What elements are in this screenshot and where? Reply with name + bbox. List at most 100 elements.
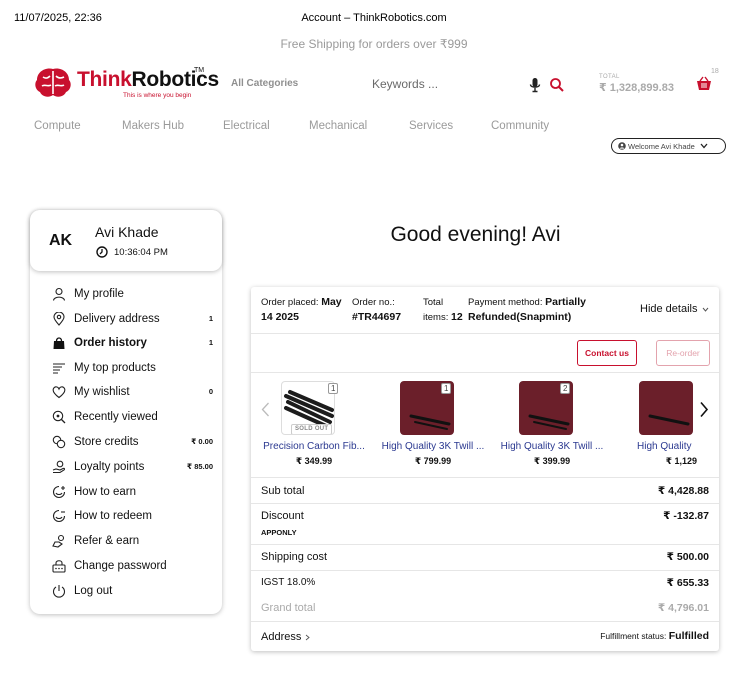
avatar-initials: AK bbox=[49, 232, 73, 249]
carbon-tube-image bbox=[648, 414, 690, 426]
sidebar-item-label: Order history bbox=[74, 337, 147, 349]
sidebar-item-my-top-products[interactable]: My top products bbox=[30, 359, 222, 379]
sidebar-item-label: Change password bbox=[74, 560, 167, 572]
sidebar-item-badge: 1 bbox=[208, 338, 213, 347]
order-header: Order placed: May 14 2025 Order no.: #TR44… bbox=[251, 287, 719, 333]
product-name: Precision Carbon Fib... bbox=[263, 441, 365, 452]
site-logo[interactable]: ThinkRobotics TM This is where you begin bbox=[33, 64, 219, 104]
cart-total-value: ₹ 1,328,899.83 bbox=[599, 82, 674, 94]
product-name: High Quality 3K Twill ... bbox=[500, 441, 604, 452]
sidebar-item-label: Loyalty points bbox=[74, 461, 145, 473]
fulfillment-status: Fulfillment status: Fulfilled bbox=[600, 630, 709, 642]
sidebar-item-label: Recently viewed bbox=[74, 411, 158, 423]
sidebar-item-label: Store credits bbox=[74, 436, 139, 448]
contact-us-button[interactable]: Contact us bbox=[577, 340, 637, 366]
sidebar-item-badge: ₹ 85.00 bbox=[186, 462, 213, 471]
heart-icon bbox=[52, 386, 66, 399]
discount-code: APPONLY bbox=[261, 528, 297, 537]
cart-total: TOTAL ₹ 1,328,899.83 bbox=[599, 74, 674, 94]
nav-community[interactable]: Community bbox=[491, 120, 549, 132]
list-icon bbox=[53, 363, 65, 374]
shipping-row: Shipping cost ₹ 500.00 bbox=[251, 544, 719, 570]
sidebar-item-label: My wishlist bbox=[74, 386, 130, 398]
sidebar-item-refer-earn[interactable]: Refer & earn bbox=[30, 532, 222, 552]
product-price: ₹ 1,129 bbox=[665, 456, 697, 466]
sidebar-item-recently-viewed[interactable]: Recently viewed bbox=[30, 408, 222, 428]
hide-details-toggle[interactable]: Hide details bbox=[640, 303, 709, 315]
product-price: ₹ 349.99 bbox=[295, 456, 333, 466]
sidebar-item-badge: 1 bbox=[208, 314, 213, 323]
product-card[interactable]: 1 High Quality 3K Twill ... ₹ 799.99 bbox=[374, 381, 492, 471]
sidebar-item-my-profile[interactable]: My profile bbox=[30, 285, 222, 305]
basket-icon bbox=[697, 76, 711, 90]
product-image: SOLD OUT bbox=[281, 381, 335, 435]
user-icon bbox=[52, 287, 66, 301]
page-greeting: Good evening! Avi bbox=[390, 223, 561, 246]
sidebar-item-log-out[interactable]: Log out bbox=[30, 582, 222, 602]
address-toggle[interactable]: Address bbox=[261, 631, 311, 643]
welcome-account-dropdown[interactable]: Welcome Avi Khade bbox=[611, 138, 726, 154]
sidebar-item-change-password[interactable]: Change password bbox=[30, 557, 222, 577]
discount-row: Discount APPONLY ₹ -132.87 bbox=[251, 503, 719, 544]
grand-total-value: ₹ 4,796.01 bbox=[657, 602, 709, 614]
order-total-items: Total items: 12 bbox=[423, 297, 463, 323]
sidebar-item-badge: 0 bbox=[208, 387, 213, 396]
product-qty-badge: 2 bbox=[560, 383, 571, 394]
sidebar-item-order-history[interactable]: Order history 1 bbox=[30, 334, 222, 354]
logo-tagline: This is where you begin bbox=[123, 92, 192, 99]
cart-button[interactable]: 18 bbox=[696, 68, 720, 94]
chevron-down-icon bbox=[700, 143, 708, 149]
nav-services[interactable]: Services bbox=[409, 120, 453, 132]
subtotal-row: Sub total ₹ 4,428.88 bbox=[251, 477, 719, 503]
print-header: 11/07/2025, 22:36 Account – ThinkRobotic… bbox=[0, 12, 748, 26]
hand-coin-icon bbox=[52, 460, 66, 474]
user-circle-icon bbox=[618, 142, 626, 150]
main-nav: Compute Makers Hub Electrical Mechanical… bbox=[0, 120, 748, 136]
product-card[interactable]: SOLD OUT 1 Precision Carbon Fib... ₹ 349… bbox=[255, 381, 373, 471]
igst-label: IGST 18.0% bbox=[261, 577, 316, 588]
brain-icon bbox=[35, 68, 71, 97]
order-payment-method: Payment method: Partially Refunded(Snapmi… bbox=[468, 296, 586, 323]
shopping-bag-icon bbox=[53, 337, 65, 349]
nav-mechanical[interactable]: Mechanical bbox=[309, 120, 367, 132]
sidebar-item-how-to-redeem[interactable]: How to redeem bbox=[30, 507, 222, 527]
grand-total-label: Grand total bbox=[261, 602, 316, 614]
sidebar-item-delivery-address[interactable]: Delivery address 1 bbox=[30, 310, 222, 330]
power-icon bbox=[52, 585, 66, 598]
product-price: ₹ 399.99 bbox=[533, 456, 571, 466]
sidebar-item-store-credits[interactable]: Store credits ₹ 0.00 bbox=[30, 433, 222, 453]
nav-makers-hub[interactable]: Makers Hub bbox=[122, 120, 184, 132]
shipping-label: Shipping cost bbox=[261, 551, 328, 563]
order-actions: Contact us Re-order bbox=[251, 333, 719, 373]
sidebar-item-badge: ₹ 0.00 bbox=[191, 437, 213, 446]
product-card[interactable]: High Quality ₹ 1,129 bbox=[613, 381, 699, 471]
search-icon[interactable] bbox=[549, 77, 565, 93]
sidebar-item-label: How to redeem bbox=[74, 510, 152, 522]
product-card[interactable]: 2 High Quality 3K Twill ... ₹ 399.99 bbox=[493, 381, 611, 471]
sidebar-item-my-wishlist[interactable]: My wishlist 0 bbox=[30, 383, 222, 403]
user-name: Avi Khade bbox=[95, 224, 159, 240]
chevron-right-icon[interactable] bbox=[699, 401, 709, 418]
sidebar-item-how-to-earn[interactable]: How to earn bbox=[30, 483, 222, 503]
microphone-icon[interactable] bbox=[529, 77, 541, 93]
subtotal-label: Sub total bbox=[261, 485, 305, 497]
reorder-button[interactable]: Re-order bbox=[656, 340, 710, 366]
product-carousel: SOLD OUT 1 Precision Carbon Fib... ₹ 349… bbox=[251, 373, 719, 475]
chevron-down-icon bbox=[703, 307, 709, 312]
igst-value: ₹ 655.33 bbox=[666, 577, 709, 589]
sidebar-item-label: Delivery address bbox=[74, 313, 160, 325]
sidebar-item-loyalty-points[interactable]: Loyalty points ₹ 85.00 bbox=[30, 458, 222, 478]
cart-total-label: TOTAL bbox=[599, 74, 620, 80]
order-placed: Order placed: May 14 2025 bbox=[261, 296, 342, 323]
nav-electrical[interactable]: Electrical bbox=[223, 120, 270, 132]
product-name: High Quality 3K Twill ... bbox=[381, 441, 485, 452]
location-pin-icon bbox=[53, 312, 65, 326]
search-input[interactable] bbox=[364, 72, 514, 96]
smiley-plus-icon bbox=[52, 485, 66, 499]
nav-compute[interactable]: Compute bbox=[34, 120, 81, 132]
clock-icon bbox=[96, 246, 108, 258]
all-categories-dropdown[interactable]: All Categories bbox=[231, 78, 298, 89]
sidebar-item-label: How to earn bbox=[74, 486, 137, 498]
shipping-value: ₹ 500.00 bbox=[666, 551, 709, 563]
logo-trademark: TM bbox=[194, 67, 205, 74]
